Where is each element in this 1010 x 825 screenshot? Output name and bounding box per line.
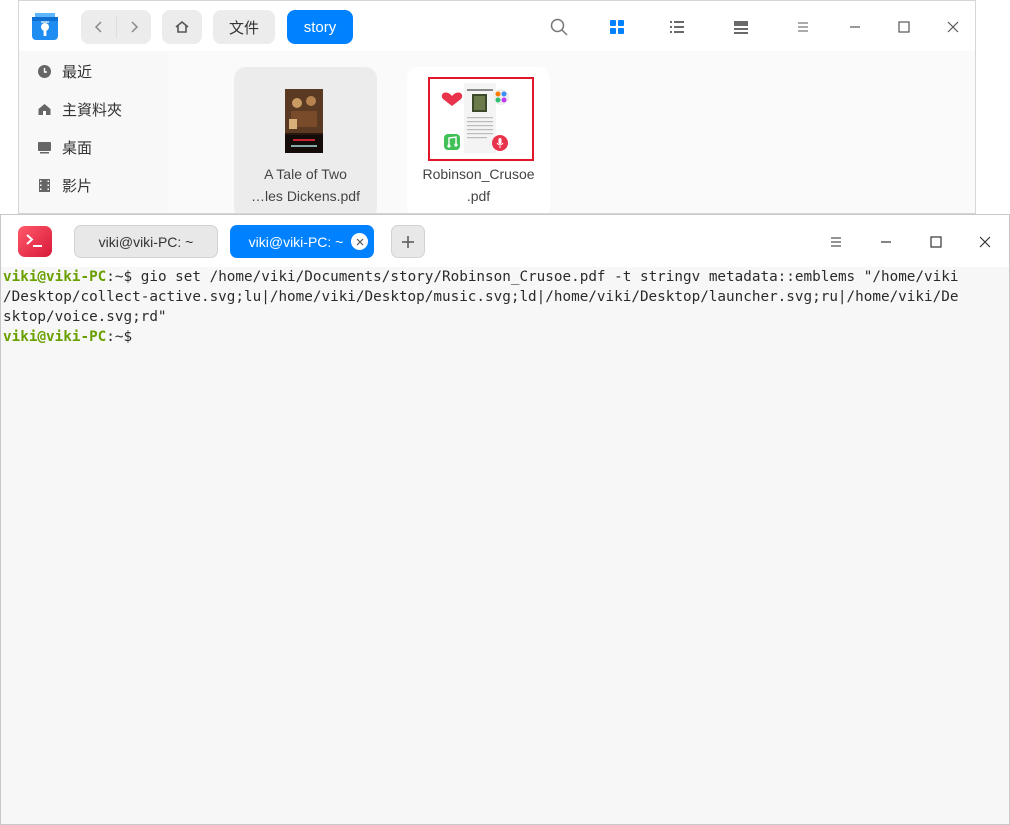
sidebar-item-label: 桌面 (62, 139, 93, 157)
film-icon (39, 178, 50, 192)
sidebar-item-label: 主資料夾 (62, 101, 123, 119)
grid-view-icon (610, 20, 624, 34)
home-icon (38, 103, 51, 115)
detail-view-button[interactable] (730, 16, 752, 38)
sidebar-item-label: 最近 (62, 63, 93, 81)
home-icon (175, 20, 189, 33)
sidebar-item-desktop[interactable]: 桌面 (37, 135, 157, 159)
icon-view-button[interactable] (606, 16, 628, 38)
list-view-button[interactable] (666, 16, 688, 38)
terminal-line: viki@viki-PC:~$ gio set /home/viki/Docum… (3, 267, 1007, 287)
sidebar-item-videos[interactable]: 影片 (37, 173, 157, 197)
file-manager-window: 文件 story 最近 主資料夾 桌面 影片 A Tale of Two …le… (18, 0, 976, 214)
new-tab-button[interactable] (391, 225, 425, 258)
prompt-user: viki@viki-PC (3, 269, 107, 285)
tab-close-button[interactable] (351, 233, 368, 250)
tab-label: viki@viki-PC: ~ (248, 233, 344, 250)
search-button[interactable] (548, 16, 570, 38)
terminal-maximize-button[interactable] (925, 231, 947, 253)
breadcrumb-story[interactable]: story (287, 10, 353, 44)
prompt-path: :~$ (106, 269, 141, 285)
file-name: A Tale of Two (264, 166, 347, 182)
menu-icon (798, 22, 808, 32)
terminal-tab[interactable]: viki@viki-PC: ~ (74, 225, 218, 258)
terminal-window: viki@viki-PC: ~ viki@viki-PC: ~ viki@vik… (0, 214, 1010, 825)
terminal-logo-icon (18, 226, 52, 257)
file-item[interactable]: A Tale of Two …les Dickens.pdf (234, 67, 377, 213)
forward-button[interactable] (116, 10, 151, 44)
maximize-icon (898, 21, 910, 33)
file-manager-logo-icon (31, 12, 59, 41)
close-button[interactable] (942, 16, 964, 38)
file-name: Robinson_Crusoe (422, 166, 535, 182)
desktop-icon (38, 141, 51, 153)
file-name: …les Dickens.pdf (251, 188, 360, 204)
terminal-line: /Desktop/collect-active.svg;lu|/home/vik… (3, 289, 959, 305)
menu-icon (831, 237, 841, 247)
file-item-selected[interactable]: Robinson_Crusoe .pdf (407, 67, 550, 213)
chevron-right-icon (130, 21, 138, 33)
file-view: A Tale of Two …les Dickens.pdf Robinson_… (168, 51, 975, 213)
plus-icon (402, 235, 414, 248)
breadcrumb-documents[interactable]: 文件 (213, 10, 275, 44)
list-view-icon (670, 21, 684, 33)
history-navigation (81, 10, 151, 44)
sidebar-item-label: 影片 (62, 177, 93, 195)
search-icon (550, 18, 568, 36)
prompt-user: viki@viki-PC (3, 329, 107, 345)
minimize-button[interactable] (844, 16, 866, 38)
minimize-icon (881, 241, 891, 243)
terminal-line: sktop/voice.svg;rd" (3, 309, 167, 325)
terminal-minimize-button[interactable] (875, 231, 897, 253)
maximize-icon (930, 236, 942, 248)
sidebar: 最近 主資料夾 桌面 影片 (19, 51, 168, 213)
file-name: .pdf (466, 188, 491, 204)
terminal-titlebar: viki@viki-PC: ~ viki@viki-PC: ~ (1, 215, 1009, 267)
pdf-thumbnail-tale-of-two-cities (285, 89, 323, 153)
minimize-icon (850, 26, 860, 28)
sidebar-item-recent[interactable]: 最近 (37, 59, 157, 83)
clock-icon (38, 64, 51, 78)
command-text: gio set /home/viki/Documents/story/Robin… (140, 269, 959, 285)
prompt-path: :~$ (106, 329, 133, 345)
back-button[interactable] (81, 10, 116, 44)
close-icon (356, 238, 363, 245)
pdf-thumbnail-robinson-crusoe (428, 77, 534, 161)
file-manager-titlebar: 文件 story (19, 1, 975, 51)
maximize-button[interactable] (893, 16, 915, 38)
terminal-tab-active[interactable]: viki@viki-PC: ~ (230, 225, 374, 258)
terminal-line: viki@viki-PC:~$ (3, 327, 1007, 347)
terminal-close-button[interactable] (974, 231, 996, 253)
sidebar-item-home[interactable]: 主資料夾 (37, 97, 157, 121)
chevron-left-icon (94, 21, 102, 33)
main-menu-button[interactable] (792, 16, 814, 38)
breadcrumb-home[interactable] (162, 10, 202, 44)
close-icon (979, 236, 991, 248)
close-icon (947, 21, 959, 33)
terminal-output[interactable]: viki@viki-PC:~$ gio set /home/viki/Docum… (3, 267, 1007, 347)
detail-view-icon (734, 21, 748, 34)
terminal-menu-button[interactable] (825, 231, 847, 253)
